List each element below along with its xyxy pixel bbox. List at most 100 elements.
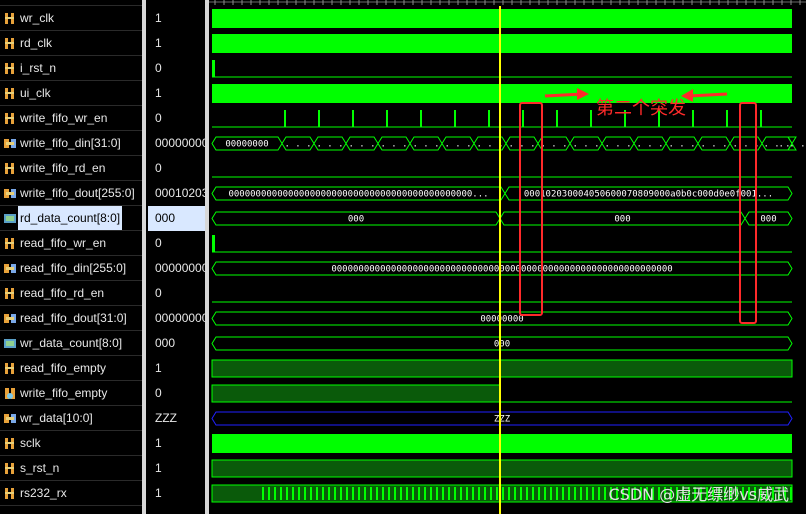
- signal-value: 0: [155, 61, 162, 75]
- signal-row-read-fifo-dout[interactable]: read_fifo_dout[31:0]: [0, 306, 142, 331]
- signal-name: i_rst_n: [20, 61, 57, 75]
- signal-value-row[interactable]: 0: [148, 381, 205, 406]
- bus-value-label: . . .: [668, 140, 695, 150]
- signal-row-rd-data-count[interactable]: rd_data_count[8:0]: [0, 206, 142, 231]
- signal-value-row[interactable]: 1: [148, 31, 205, 56]
- signal-value: 1: [155, 86, 162, 100]
- signal-value: 00010203: [155, 186, 205, 200]
- bit-signal-icon: [3, 87, 17, 100]
- signal-row-read-fifo-empty[interactable]: read_fifo_empty: [0, 356, 142, 381]
- bus-signal-icon: [3, 312, 17, 325]
- signal-row-read-fifo-din[interactable]: read_fifo_din[255:0]: [0, 256, 142, 281]
- signal-value-row[interactable]: 1: [148, 431, 205, 456]
- signal-name: sclk: [20, 436, 41, 450]
- signal-value: 00000000: [155, 136, 205, 150]
- bit-signal-icon: [3, 237, 17, 250]
- bus-value-label: . . .: [316, 140, 343, 150]
- signal-value-row[interactable]: 1: [148, 456, 205, 481]
- bit-signal-icon: [3, 162, 17, 175]
- pulse-wave: [212, 60, 215, 77]
- bus-value-label: . . .: [412, 140, 439, 150]
- bus-value-label: 0000000000000000000000000000000000000000…: [331, 265, 672, 275]
- pulse-wave: [212, 235, 215, 252]
- burst-highlight-box: [519, 102, 543, 316]
- signal-value-row[interactable]: 000: [148, 206, 205, 231]
- bus-value-label: . . .: [444, 140, 471, 150]
- signal-value-row[interactable]: 00000000: [148, 131, 205, 156]
- signal-name: read_fifo_wr_en: [20, 236, 107, 250]
- signal-row-ui-clk[interactable]: ui_clk: [0, 81, 142, 106]
- signal-name: rd_data_count[8:0]: [18, 206, 123, 231]
- signal-name: ui_clk: [20, 86, 51, 100]
- signal-value: 0: [155, 386, 162, 400]
- bus-value-label: 000: [348, 215, 364, 225]
- signal-value-row[interactable]: 0: [148, 156, 205, 181]
- signal-name: rd_clk: [20, 36, 53, 50]
- signal-value-row[interactable]: 00000000: [148, 306, 205, 331]
- signal-value-row[interactable]: 00010203: [148, 181, 205, 206]
- signal-name: write_fifo_dout[255:0]: [20, 186, 135, 200]
- annotation-label: 第二个突发: [596, 98, 686, 119]
- bit-signal-icon: [3, 62, 17, 75]
- signal-value-row[interactable]: 1: [148, 81, 205, 106]
- signal-name: read_fifo_din[255:0]: [20, 261, 127, 275]
- signal-row-write-fifo-empty[interactable]: write_fifo_empty: [0, 381, 142, 406]
- row-divider: [0, 455, 142, 456]
- signal-value: 1: [155, 36, 162, 50]
- signal-value-row[interactable]: 0: [148, 231, 205, 256]
- bus-value-label: . . .: [778, 140, 805, 150]
- signal-row-sclk[interactable]: sclk: [0, 431, 142, 456]
- signal-value-row[interactable]: ZZZ: [148, 406, 205, 431]
- signal-value-row[interactable]: 00000000: [148, 256, 205, 281]
- signal-row-write-fifo-dout[interactable]: write_fifo_dout[255:0]: [0, 181, 142, 206]
- signal-name-column: wr_clk rd_clk i_rst_n ui_clk write_fifo_wr_e…: [0, 0, 142, 514]
- signal-value-row[interactable]: 1: [148, 6, 205, 31]
- signal-row-write-fifo-rd-en[interactable]: write_fifo_rd_en: [0, 156, 142, 181]
- bus-value-label: . . .: [604, 140, 631, 150]
- signal-row-read-fifo-wr-en[interactable]: read_fifo_wr_en: [0, 231, 142, 256]
- signal-value-row[interactable]: 0: [148, 56, 205, 81]
- signal-value: 00000000: [155, 261, 205, 275]
- waveform-canvas: 00000000 . . . . . . . . . . . . . . . . . . . …: [209, 0, 806, 514]
- signal-row-read-fifo-rd-en[interactable]: read_fifo_rd_en: [0, 281, 142, 306]
- signal-value-row[interactable]: 0: [148, 106, 205, 131]
- signal-row-rs232-rx[interactable]: rs232_rx: [0, 481, 142, 506]
- bus-value-label: . . .: [636, 140, 663, 150]
- signal-value-row[interactable]: 1: [148, 356, 205, 381]
- signal-row-s-rst-n[interactable]: s_rst_n: [0, 456, 142, 481]
- waveform-area[interactable]: 00000000 . . . . . . . . . . . . . . . . . . . …: [209, 0, 806, 514]
- signal-value-row[interactable]: 0: [148, 281, 205, 306]
- empty-signal-icon: [3, 387, 17, 400]
- high-wave: [211, 459, 793, 478]
- bus-value-label: . . .: [540, 140, 567, 150]
- signal-name: wr_data_count[8:0]: [20, 336, 123, 350]
- signal-row-write-fifo-wr-en[interactable]: write_fifo_wr_en: [0, 106, 142, 131]
- bus-value-label: 000: [614, 215, 630, 225]
- signal-name: read_fifo_dout[31:0]: [20, 311, 127, 325]
- bus-signal-icon: [3, 262, 17, 275]
- signal-value-row[interactable]: 000: [148, 331, 205, 356]
- clock-wave: [212, 84, 792, 103]
- row-divider: [0, 405, 142, 406]
- signal-row-wr-clk[interactable]: wr_clk: [0, 6, 142, 31]
- signal-value: 000: [155, 211, 176, 225]
- signal-value: 1: [155, 461, 162, 475]
- signal-row-wr-data-count[interactable]: wr_data_count[8:0]: [0, 331, 142, 356]
- signal-value: ZZZ: [155, 411, 177, 425]
- signal-row-wr-data[interactable]: wr_data[10:0]: [0, 406, 142, 431]
- signal-value: 1: [155, 436, 162, 450]
- signal-name: s_rst_n: [20, 461, 60, 475]
- row-divider: [0, 55, 142, 56]
- name-value-splitter[interactable]: [142, 0, 146, 514]
- bus-value-label: . . .: [700, 140, 727, 150]
- signal-row-i-rst-n[interactable]: i_rst_n: [0, 56, 142, 81]
- row-divider: [0, 280, 142, 281]
- signal-name: read_fifo_empty: [20, 361, 107, 375]
- high-wave: [211, 359, 793, 378]
- signal-value-row[interactable]: 1: [148, 481, 205, 506]
- row-divider: [0, 80, 142, 81]
- signal-row-write-fifo-din[interactable]: write_fifo_din[31:0]: [0, 131, 142, 156]
- signal-value: 00000000: [155, 311, 205, 325]
- signal-value: 0: [155, 161, 162, 175]
- signal-row-rd-clk[interactable]: rd_clk: [0, 31, 142, 56]
